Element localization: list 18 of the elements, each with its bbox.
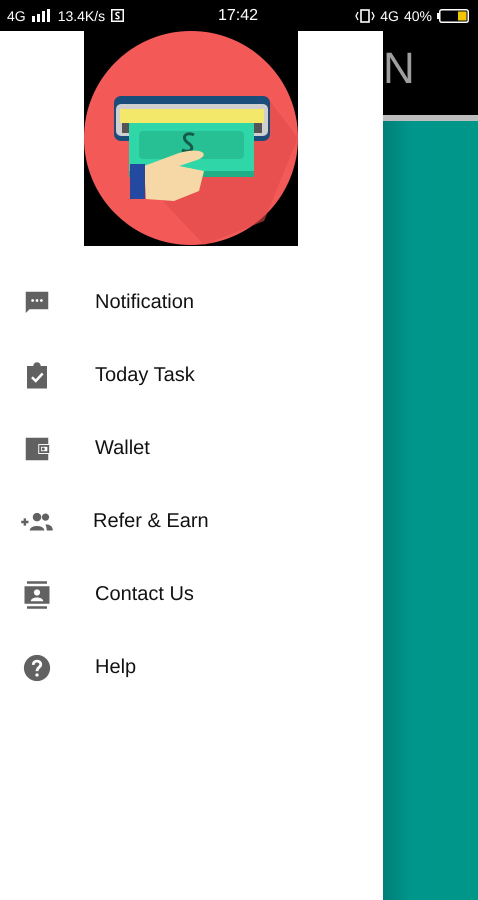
menu-item[interactable]: Refer & Earn [0, 485, 383, 558]
menu-item[interactable]: Today Task [0, 339, 383, 412]
contact-card-icon [22, 580, 52, 610]
network-speed: 13.4K/s [58, 8, 106, 24]
menu-item[interactable]: Wallet [0, 412, 383, 485]
help-icon [22, 652, 52, 682]
signal-icon [32, 9, 52, 22]
clock: 17:42 [218, 6, 258, 24]
menu-item[interactable]: Help [0, 631, 383, 704]
app-notification-icon [111, 9, 124, 22]
menu-item[interactable]: Notification [0, 266, 383, 339]
app-title: N [383, 44, 415, 94]
battery-icon [436, 8, 469, 22]
vibrate-icon [355, 8, 376, 22]
network-type: 4G [380, 8, 399, 24]
menu-item[interactable]: Contact Us [0, 558, 383, 631]
battery-percent: 40% [404, 8, 432, 24]
network-type: 4G [7, 8, 26, 24]
